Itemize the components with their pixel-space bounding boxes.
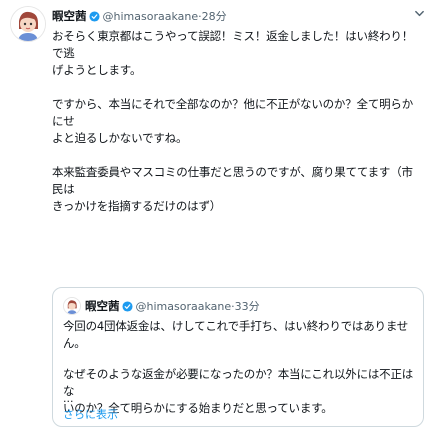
quoted-paragraph: 今回の4団体返金は、けしてこれで手打ち、はい終わりではありません。: [63, 319, 409, 350]
avatar-illustration: [64, 298, 80, 314]
show-more-link[interactable]: さらに表示: [63, 406, 118, 422]
verified-badge-icon: [88, 10, 100, 22]
avatar-illustration: [11, 7, 45, 41]
quoted-tweet-header: 暇空茜 @himasoraakane · 33分: [63, 297, 260, 315]
chevron-down-icon[interactable]: [414, 8, 425, 19]
avatar[interactable]: [10, 6, 46, 42]
quoted-author-name: 暇空茜: [85, 299, 120, 313]
quoted-tweet[interactable]: 暇空茜 @himasoraakane · 33分 今回の4団体返金は、けしてこれ…: [52, 287, 424, 427]
tweet-paragraph: ですから、本当にそれで全部なのか？他に不正がないのか？全て明らかにせ よと迫るし…: [52, 97, 414, 145]
tweet[interactable]: 暇空茜 @himasoraakane · 28分 おそらく東京都はこうやって誤認…: [0, 0, 434, 434]
author-name[interactable]: 暇空茜: [52, 8, 87, 24]
verified-badge-icon: [121, 300, 133, 312]
author-handle[interactable]: @himasoraakane: [103, 10, 199, 23]
tweet-paragraph: おそらく東京都はこうやって誤認！ミス！返金しました！はい終わり！で逃 げようとし…: [52, 29, 414, 77]
tweet-paragraph: 本来監査委員やマスコミの仕事だと思うのですが、腐り果ててます（市民は きっかけを…: [52, 165, 413, 213]
tweet-text: おそらく東京都はこうやって誤認！ミス！返金しました！はい終わり！で逃 げようとし…: [52, 28, 424, 232]
quoted-author-handle: @himasoraakane: [135, 299, 232, 313]
truncation-ellipsis: ...: [63, 392, 74, 405]
quoted-tweet-time: 33分: [234, 300, 260, 313]
quoted-avatar[interactable]: [63, 297, 81, 315]
tweet-header: 暇空茜 @himasoraakane · 28分: [52, 8, 410, 24]
tweet-time[interactable]: 28分: [202, 8, 227, 24]
